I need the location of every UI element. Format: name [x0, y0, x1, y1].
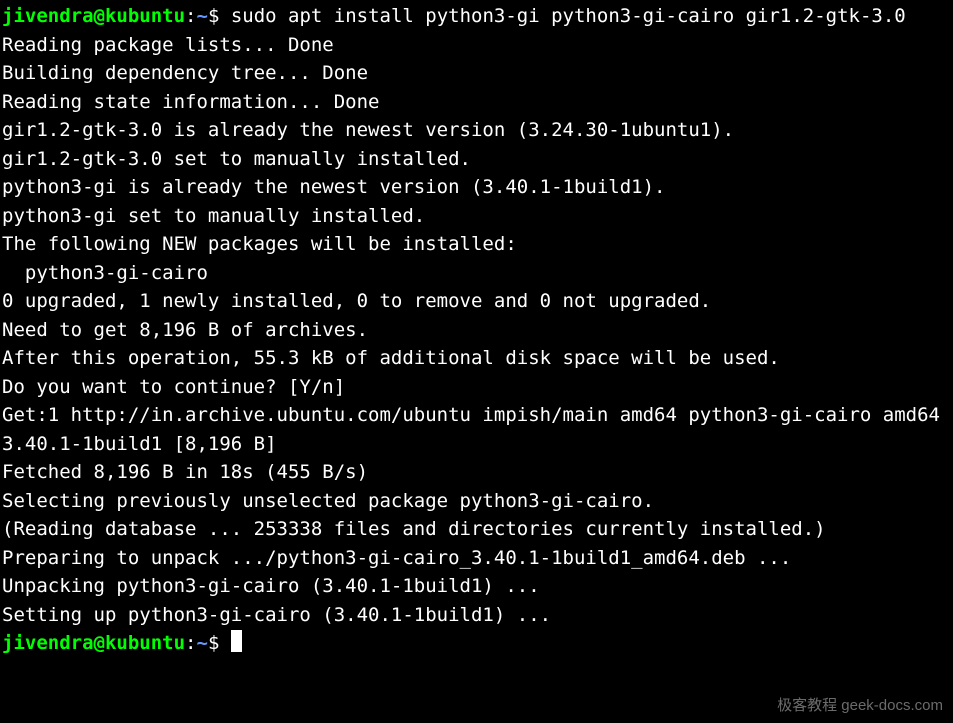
- output-line: gir1.2-gtk-3.0 set to manually installed…: [2, 145, 951, 174]
- output-line: python3-gi-cairo: [2, 259, 951, 288]
- output-line: Reading package lists... Done: [2, 31, 951, 60]
- prompt-end: $: [208, 5, 231, 27]
- output-line: Preparing to unpack .../python3-gi-cairo…: [2, 544, 951, 573]
- output-line: 0 upgraded, 1 newly installed, 0 to remo…: [2, 287, 951, 316]
- output-line: Unpacking python3-gi-cairo (3.40.1-1buil…: [2, 572, 951, 601]
- output-line: Do you want to continue? [Y/n]: [2, 373, 951, 402]
- output-block: Reading package lists... DoneBuilding de…: [2, 31, 951, 630]
- prompt-end: $: [208, 632, 231, 654]
- output-line: Get:1 http://in.archive.ubuntu.com/ubunt…: [2, 401, 951, 458]
- user-host: jivendra@kubuntu: [2, 5, 185, 27]
- output-line: python3-gi is already the newest version…: [2, 173, 951, 202]
- output-line: Selecting previously unselected package …: [2, 487, 951, 516]
- output-line: The following NEW packages will be insta…: [2, 230, 951, 259]
- user-host: jivendra@kubuntu: [2, 632, 185, 654]
- prompt-colon: :: [185, 632, 196, 654]
- watermark-cn: 极客教程: [777, 697, 837, 714]
- output-line: (Reading database ... 253338 files and d…: [2, 515, 951, 544]
- prompt-line-1: jivendra@kubuntu:~$ sudo apt install pyt…: [2, 2, 951, 31]
- cursor: [231, 630, 242, 652]
- output-line: Need to get 8,196 B of archives.: [2, 316, 951, 345]
- prompt-path: ~: [196, 632, 207, 654]
- command-text: sudo apt install python3-gi python3-gi-c…: [231, 5, 906, 27]
- prompt-line-2: jivendra@kubuntu:~$: [2, 629, 951, 658]
- watermark-en: geek-docs.com: [837, 697, 943, 714]
- prompt-colon: :: [185, 5, 196, 27]
- output-line: gir1.2-gtk-3.0 is already the newest ver…: [2, 116, 951, 145]
- output-line: python3-gi set to manually installed.: [2, 202, 951, 231]
- output-line: Building dependency tree... Done: [2, 59, 951, 88]
- prompt-path: ~: [196, 5, 207, 27]
- watermark: 极客教程 geek-docs.com: [777, 695, 943, 718]
- output-line: Fetched 8,196 B in 18s (455 B/s): [2, 458, 951, 487]
- terminal-container[interactable]: jivendra@kubuntu:~$ sudo apt install pyt…: [2, 2, 951, 658]
- output-line: Reading state information... Done: [2, 88, 951, 117]
- output-line: Setting up python3-gi-cairo (3.40.1-1bui…: [2, 601, 951, 630]
- output-line: After this operation, 55.3 kB of additio…: [2, 344, 951, 373]
